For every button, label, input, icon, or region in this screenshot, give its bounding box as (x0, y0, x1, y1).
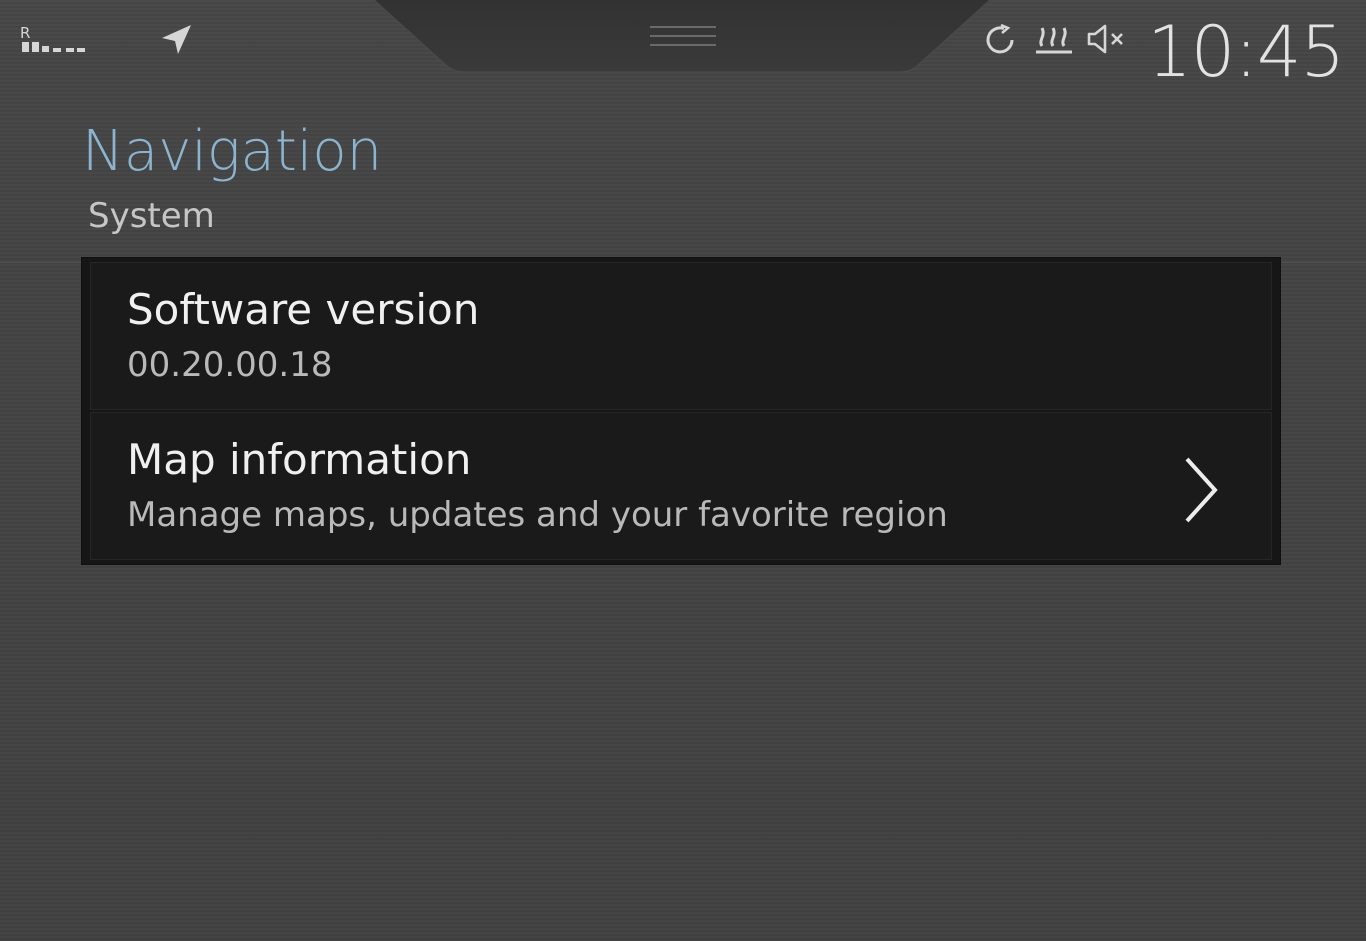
signal-label: R (20, 24, 30, 42)
navigation-arrow-icon[interactable] (158, 22, 194, 56)
chevron-right-icon[interactable] (1181, 455, 1221, 525)
list-item-value: 00.20.00.18 (127, 345, 333, 385)
page-subtitle: System (88, 196, 215, 236)
signal-strength-icon: R (20, 24, 86, 56)
settings-list: Software version 00.20.00.18 Map informa… (82, 258, 1280, 564)
list-item-software-version: Software version 00.20.00.18 (90, 262, 1272, 410)
list-item-title: Map information (127, 435, 472, 484)
rear-defrost-heat-icon[interactable] (1034, 20, 1074, 58)
navigation-system-screen: R 10:45 Navigation System Software versi… (0, 0, 1366, 941)
list-item-map-information[interactable]: Map information Manage maps, updates and… (90, 412, 1272, 560)
clock: 10:45 (1147, 11, 1345, 93)
page-title: Navigation (82, 119, 383, 184)
pull-down-handle-icon (373, 0, 991, 73)
page-header: Navigation System (0, 90, 1366, 263)
status-bar: R 10:45 (0, 0, 1366, 93)
sync-icon[interactable] (982, 22, 1018, 58)
list-item-description: Manage maps, updates and your favorite r… (127, 495, 948, 535)
list-item-title: Software version (127, 285, 480, 334)
volume-muted-icon[interactable] (1086, 22, 1128, 56)
pull-down-handle[interactable] (372, 0, 992, 74)
